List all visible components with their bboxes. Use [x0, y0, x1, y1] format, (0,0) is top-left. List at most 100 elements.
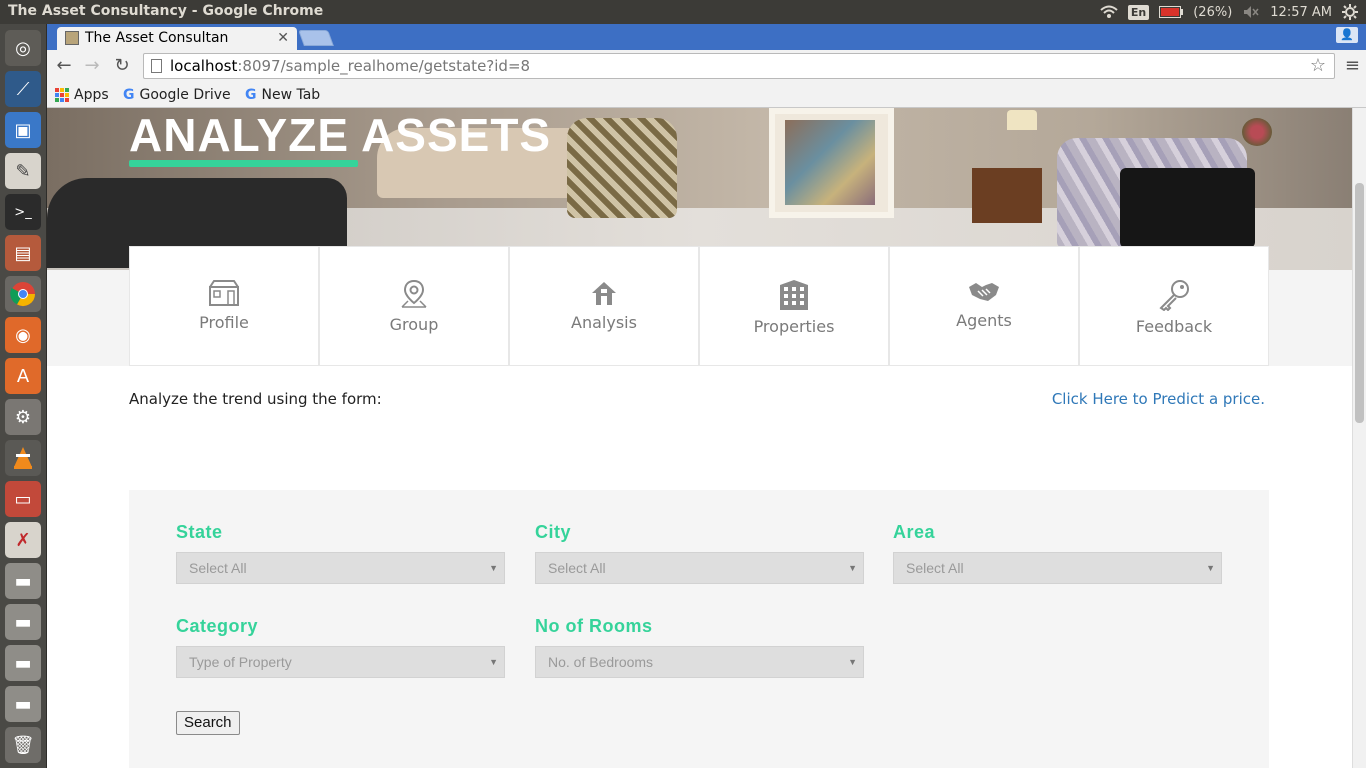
category-select[interactable]: Type of Property ▼: [176, 646, 505, 678]
apps-grid-icon: [55, 88, 69, 102]
home-icon: [592, 282, 616, 305]
area-label: Area: [893, 522, 936, 542]
nav-card-agents[interactable]: Agents: [889, 246, 1079, 366]
area-select-value: Select All: [906, 560, 964, 576]
nav-card-group[interactable]: Group: [319, 246, 509, 366]
state-select-value: Select All: [189, 560, 247, 576]
xampp-icon[interactable]: ✗: [5, 522, 41, 558]
volume-muted-icon[interactable]: [1242, 5, 1260, 19]
hero-side-table: [972, 168, 1042, 223]
hero-television: [1120, 168, 1255, 248]
window-title: The Asset Consultancy - Google Chrome: [8, 3, 324, 19]
hero-armchair: [567, 118, 677, 218]
bookmark-label: New Tab: [261, 87, 321, 103]
screenshot-icon[interactable]: ▭: [5, 481, 41, 517]
system-settings-icon[interactable]: ⚙: [5, 399, 41, 435]
software-center-icon[interactable]: A: [5, 358, 41, 394]
chrome-icon[interactable]: [5, 276, 41, 312]
key-icon: [1159, 280, 1189, 311]
clock[interactable]: 12:57 AM: [1270, 5, 1332, 20]
battery-icon[interactable]: [1159, 6, 1184, 18]
page-icon: [151, 59, 162, 73]
reload-icon[interactable]: ↻: [111, 55, 133, 77]
hero-painting: [769, 108, 894, 218]
category-field: Category Type of Property ▼: [176, 616, 506, 678]
storefront-icon: [209, 280, 239, 306]
tab-title: The Asset Consultan: [85, 30, 229, 46]
analysis-form: State Select All ▼ City Select All ▼ Are…: [129, 490, 1269, 768]
category-label: Category: [176, 616, 259, 636]
category-select-value: Type of Property: [189, 654, 292, 670]
drive-icon[interactable]: ▬: [5, 645, 41, 681]
back-icon[interactable]: ←: [53, 55, 75, 77]
map-pin-icon: [401, 279, 427, 308]
new-tab-button[interactable]: [298, 30, 334, 46]
scrollbar-thumb[interactable]: [1355, 183, 1364, 423]
city-select-value: Select All: [548, 560, 606, 576]
bookmarks-bar: Apps G Google Drive G New Tab: [47, 82, 1366, 108]
bookmark-label: Apps: [74, 87, 109, 103]
bookmark-google-drive[interactable]: G Google Drive: [123, 85, 231, 105]
address-bar[interactable]: localhost:8097/sample_realhome/getstate?…: [143, 53, 1335, 79]
nav-card-feedback[interactable]: Feedback: [1079, 246, 1269, 366]
hero-flowers: [1242, 118, 1272, 146]
files-icon[interactable]: ▤: [5, 235, 41, 271]
drive-icon[interactable]: ▬: [5, 604, 41, 640]
forward-icon[interactable]: →: [81, 55, 103, 77]
nav-card-properties[interactable]: Properties: [699, 246, 889, 366]
city-label: City: [535, 522, 572, 542]
page-scrollbar[interactable]: [1352, 108, 1366, 768]
virtualbox-icon[interactable]: ▣: [5, 112, 41, 148]
predict-price-link[interactable]: Click Here to Predict a price.: [1052, 390, 1265, 408]
state-label: State: [176, 522, 223, 542]
profile-icon[interactable]: 👤: [1336, 27, 1358, 43]
app-launcher: ◎ ⟋ ▣ ✎ >_ ▤ ◉ A ⚙ ▭ ✗ ▬ ▬ ▬ ▬ 🗑: [0, 24, 47, 768]
browser-toolbar: ← → ↻ localhost:8097/sample_realhome/get…: [47, 50, 1366, 82]
area-select[interactable]: Select All ▼: [893, 552, 1222, 584]
trash-icon[interactable]: 🗑: [5, 727, 41, 763]
gear-icon[interactable]: [1342, 4, 1358, 20]
text-editor-icon[interactable]: ✎: [5, 153, 41, 189]
chrome-menu-icon[interactable]: ≡: [1345, 55, 1360, 76]
bookmark-apps[interactable]: Apps: [55, 85, 109, 105]
rooms-select-value: No. of Bedrooms: [548, 654, 654, 670]
wifi-icon[interactable]: [1100, 5, 1118, 19]
rooms-field: No of Rooms No. of Bedrooms ▼: [535, 616, 865, 678]
rooms-select[interactable]: No. of Bedrooms ▼: [535, 646, 864, 678]
os-top-panel: The Asset Consultancy - Google Chrome En…: [0, 0, 1366, 24]
terminal-icon[interactable]: >_: [5, 194, 41, 230]
chevron-down-icon: ▼: [848, 657, 857, 667]
nav-card-analysis[interactable]: Analysis: [509, 246, 699, 366]
google-icon: G: [245, 87, 257, 103]
drive-icon[interactable]: ▬: [5, 563, 41, 599]
chevron-down-icon: ▼: [489, 563, 498, 573]
nav-label: Agents: [956, 311, 1012, 330]
nav-label: Analysis: [571, 313, 637, 332]
nav-card-profile[interactable]: Profile: [129, 246, 319, 366]
state-select[interactable]: Select All ▼: [176, 552, 505, 584]
url-host: localhost: [170, 57, 238, 75]
nav-label: Profile: [199, 313, 249, 332]
nav-label: Properties: [753, 317, 835, 336]
dash-icon[interactable]: ◎: [5, 30, 41, 66]
tab-active[interactable]: The Asset Consultan ✕: [57, 27, 297, 50]
bookmark-star-icon[interactable]: ☆: [1310, 54, 1326, 78]
handshake-icon: [969, 283, 999, 301]
nav-label: Group: [389, 315, 439, 334]
mysql-workbench-icon[interactable]: ⟋: [5, 71, 41, 107]
bookmark-new-tab[interactable]: G New Tab: [245, 85, 320, 105]
search-button[interactable]: Search: [176, 711, 240, 735]
page-title: ANALYZE ASSETS: [129, 109, 552, 161]
vlc-icon[interactable]: [5, 440, 41, 476]
city-select[interactable]: Select All ▼: [535, 552, 864, 584]
nav-label: Feedback: [1135, 317, 1213, 336]
chevron-down-icon: ▼: [1206, 563, 1215, 573]
title-underline: [129, 160, 358, 167]
url-path: :8097/sample_realhome/getstate?id=8: [237, 57, 531, 75]
firefox-icon[interactable]: ◉: [5, 317, 41, 353]
drive-icon[interactable]: ▬: [5, 686, 41, 722]
keyboard-layout-indicator[interactable]: En: [1127, 4, 1150, 20]
close-icon[interactable]: ✕: [277, 27, 289, 49]
chevron-down-icon: ▼: [848, 563, 857, 573]
building-icon: [780, 280, 808, 310]
